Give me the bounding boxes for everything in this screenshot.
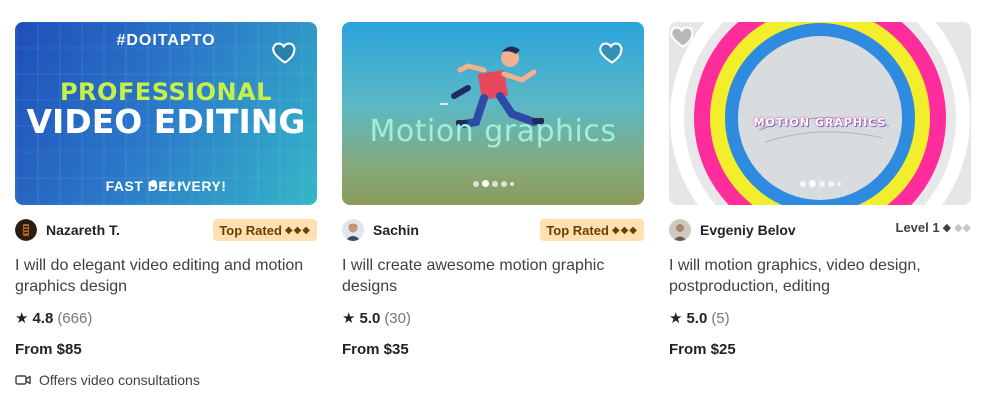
heart-icon[interactable]	[669, 22, 697, 50]
review-count: (5)	[711, 309, 730, 327]
carousel-dot[interactable]	[160, 180, 166, 187]
seller-info: Evgeniy Belov Level 1 ◆ ◆◆	[669, 218, 971, 242]
gig-card[interactable]: Motion graphics Sachin Top Rated ◆◆◆ I w…	[342, 22, 644, 358]
seller-info: Nazareth T. Top Rated ◆◆◆	[15, 218, 317, 242]
thumbnail-title: Motion graphics	[369, 114, 617, 149]
avatar[interactable]	[669, 219, 691, 241]
rating-value: 5.0	[359, 309, 381, 327]
avatar[interactable]	[342, 219, 364, 241]
top-rated-badge: Top Rated ◆◆◆	[213, 219, 317, 241]
star-icon: ★	[342, 310, 356, 327]
gig-card[interactable]: #DOITAPTO PROFESSIONAL VIDEO EDITING FAS…	[15, 22, 317, 388]
star-icon: ★	[669, 310, 683, 327]
diamond-icon: ◆	[942, 222, 952, 234]
seller-level: Level 1 ◆ ◆◆	[896, 220, 971, 235]
carousel-dot[interactable]	[836, 181, 841, 186]
gig-rating: ★ 5.0 (30)	[342, 309, 411, 328]
rating-value: 5.0	[686, 309, 708, 327]
carousel-dot[interactable]	[481, 180, 489, 187]
carousel-dot[interactable]	[799, 180, 806, 187]
gig-rating: ★ 5.0 (5)	[669, 309, 730, 328]
carousel-dot[interactable]	[500, 180, 507, 187]
video-camera-icon	[15, 375, 31, 385]
video-consultation-note: Offers video consultations	[15, 372, 200, 388]
avatar[interactable]	[15, 219, 37, 241]
diamond-icon: ◆◆◆	[284, 224, 311, 236]
offer-label: Offers video consultations	[39, 372, 200, 388]
gig-price: From $25	[669, 341, 736, 358]
seller-name[interactable]: Evgeniy Belov	[700, 222, 796, 238]
gig-title[interactable]: I will motion graphics, video design, po…	[669, 255, 971, 297]
carousel-dots[interactable]	[15, 180, 317, 187]
seller-info: Sachin Top Rated ◆◆◆	[342, 218, 644, 242]
gig-title[interactable]: I will do elegant video editing and moti…	[15, 255, 317, 297]
rating-value: 4.8	[32, 309, 54, 327]
gig-thumbnail[interactable]: Motion graphics	[342, 22, 644, 205]
gig-price: From $85	[15, 341, 82, 358]
concentric-rings-graphic	[669, 22, 971, 205]
diamond-icon: ◆◆◆	[611, 224, 638, 236]
gig-thumbnail[interactable]: MOTION GRAPHICS	[669, 22, 971, 205]
carousel-dot[interactable]	[818, 180, 825, 187]
badge-label: Top Rated	[219, 222, 282, 238]
star-icon: ★	[15, 310, 29, 327]
thumbnail-title: MOTION GRAPHICS	[753, 116, 887, 129]
review-count: (30)	[384, 309, 411, 327]
carousel-dot[interactable]	[472, 180, 479, 187]
carousel-dot[interactable]	[509, 181, 514, 186]
level-label: Level 1	[895, 220, 940, 235]
diamond-icon: ◆◆	[954, 222, 971, 234]
thumbnail-headline-2: VIDEO EDITING	[26, 102, 306, 141]
gig-price: From $35	[342, 341, 409, 358]
seller-name[interactable]: Sachin	[373, 222, 419, 238]
carousel-dot[interactable]	[150, 180, 157, 187]
heart-icon[interactable]	[271, 38, 299, 66]
gig-thumbnail[interactable]: #DOITAPTO PROFESSIONAL VIDEO EDITING FAS…	[15, 22, 317, 205]
carousel-dot[interactable]	[808, 180, 816, 187]
carousel-dot[interactable]	[169, 180, 175, 187]
carousel-dots[interactable]	[342, 180, 644, 187]
carousel-dots[interactable]	[669, 180, 971, 187]
gig-title[interactable]: I will create awesome motion graphic des…	[342, 255, 644, 297]
gig-rating: ★ 4.8 (666)	[15, 309, 93, 328]
review-count: (666)	[57, 309, 93, 327]
carousel-dot[interactable]	[178, 181, 182, 186]
gig-card[interactable]: MOTION GRAPHICS Evgeniy Belov Level 1 ◆ …	[669, 22, 971, 358]
heart-icon[interactable]	[598, 38, 626, 66]
top-rated-badge: Top Rated ◆◆◆	[540, 219, 644, 241]
carousel-dot[interactable]	[491, 180, 498, 187]
seller-name[interactable]: Nazareth T.	[46, 222, 120, 238]
badge-label: Top Rated	[546, 222, 609, 238]
carousel-dot[interactable]	[827, 180, 834, 187]
